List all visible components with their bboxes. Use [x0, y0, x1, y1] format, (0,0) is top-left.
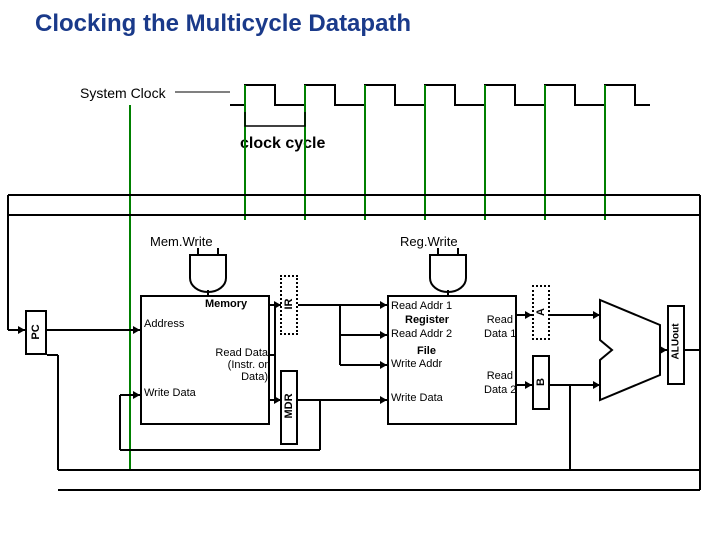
- clock-waveform-icon: [230, 85, 650, 105]
- bus-rails: [8, 195, 700, 490]
- datapath-diagram: [0, 0, 720, 540]
- alu-shape: [600, 300, 660, 400]
- regwrite-and-gate: [430, 248, 466, 297]
- memwrite-and-gate: [190, 248, 226, 297]
